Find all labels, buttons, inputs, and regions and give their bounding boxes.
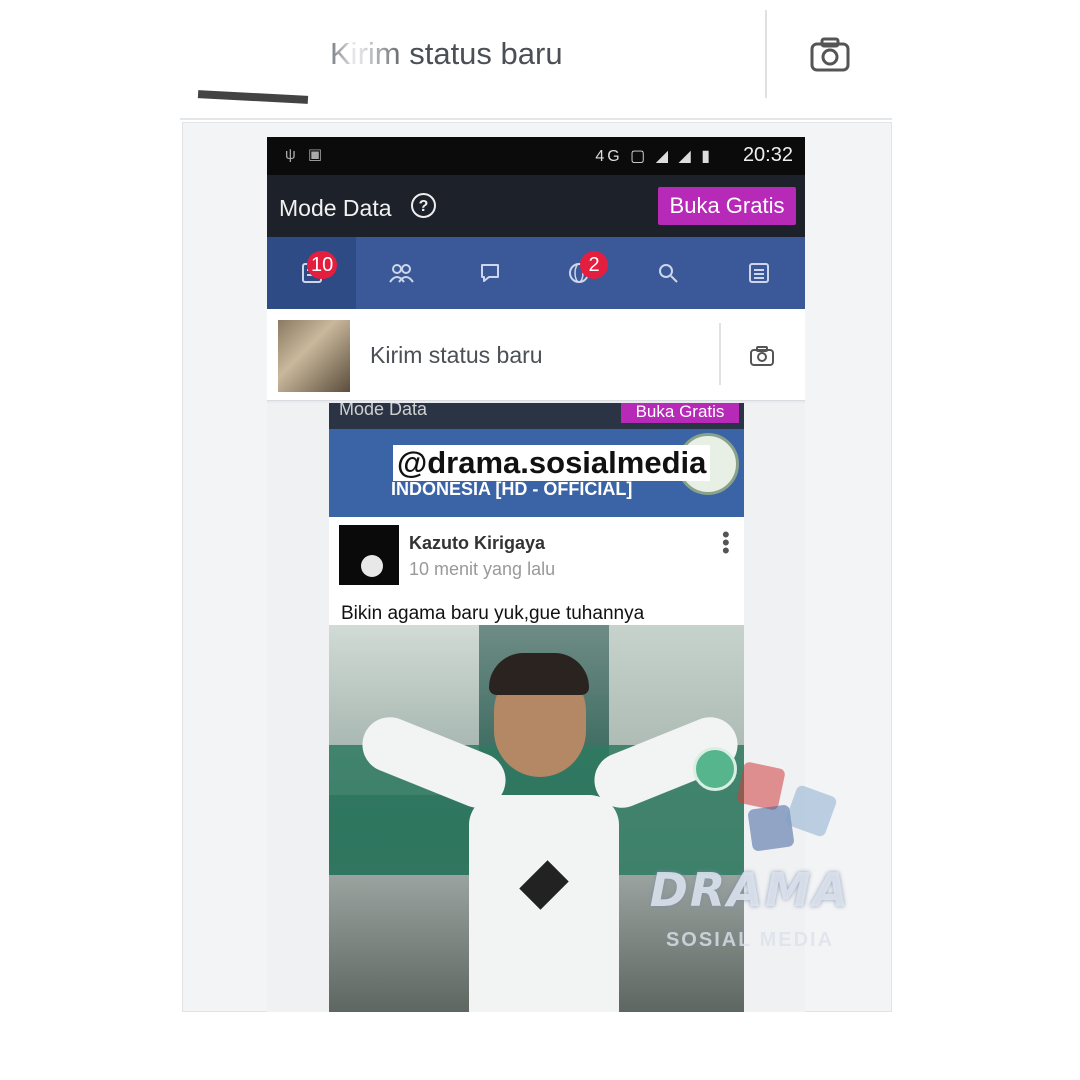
status-composer[interactable]: Kirim status baru bbox=[267, 309, 805, 401]
help-circle-icon[interactable]: ? bbox=[411, 193, 436, 218]
tab-news-feed[interactable]: 10 bbox=[267, 237, 356, 309]
photo-hair bbox=[489, 653, 589, 695]
tab-messages[interactable] bbox=[445, 237, 534, 309]
tab-search[interactable] bbox=[623, 237, 712, 309]
status-left-icons: ψ ▣ bbox=[285, 146, 327, 163]
avatar[interactable] bbox=[278, 320, 350, 392]
signal-icons: 4G ▢ ◢ ◢ ▮ bbox=[595, 148, 713, 165]
facebook-nav-bar: 10 2 bbox=[267, 237, 805, 309]
mode-data-bar: Mode Data ? Buka Gratis bbox=[267, 175, 805, 237]
mode-data-label: Mode Data bbox=[279, 195, 392, 221]
notifications-badge: 2 bbox=[580, 251, 608, 279]
drama-logo-title: DRAMA bbox=[649, 863, 851, 917]
nested-buka-button: Buka Gratis bbox=[621, 403, 739, 423]
status-time: 20:32 bbox=[742, 144, 793, 166]
news-feed-badge: 10 bbox=[307, 251, 338, 279]
tab-notifications[interactable]: 2 bbox=[534, 237, 623, 309]
menu-icon bbox=[748, 263, 769, 283]
nested-mode-label: Mode Data bbox=[339, 403, 428, 419]
group-name: INDONESIA [HD - OFFICIAL] bbox=[391, 479, 633, 499]
nested-screenshot-header: Mode Data Buka Gratis INDONESIA [HD - OF… bbox=[329, 403, 744, 517]
drama-logo-subtitle: SOSIAL MEDIA bbox=[665, 929, 835, 951]
status-bar: ψ ▣ 4G ▢ ◢ ◢ ▮ 20:32 bbox=[267, 137, 805, 175]
author-avatar[interactable] bbox=[339, 525, 399, 585]
tab-friends[interactable] bbox=[356, 237, 445, 309]
buka-gratis-button[interactable]: Buka Gratis bbox=[658, 187, 796, 225]
post-header: Kazuto Kirigaya 10 menit yang lalu • • • bbox=[329, 517, 744, 597]
drama-sosialmedia-logo: DRAMA SOSIAL MEDIA bbox=[630, 745, 870, 995]
status-placeholder[interactable]: Kirim status baru bbox=[370, 342, 543, 369]
search-icon bbox=[658, 264, 678, 283]
post-caption: Bikin agama baru yuk,gue tuhannya bbox=[341, 603, 645, 624]
avatar-face bbox=[361, 555, 383, 577]
blur-smudge bbox=[320, 30, 410, 80]
post-author[interactable]: Kazuto Kirigaya bbox=[409, 533, 545, 554]
post-timestamp: 10 menit yang lalu bbox=[409, 559, 556, 579]
youtube-badge-icon bbox=[736, 761, 786, 811]
more-options-icon[interactable]: • • • bbox=[722, 524, 730, 562]
friends-icon bbox=[388, 264, 414, 283]
composer-divider bbox=[719, 323, 721, 385]
camera-icon[interactable] bbox=[749, 345, 775, 367]
tab-menu[interactable] bbox=[712, 237, 805, 309]
watermark-handle: @drama.sosialmedia bbox=[393, 445, 711, 481]
outer-composer-divider bbox=[765, 10, 767, 98]
camera-icon[interactable] bbox=[808, 36, 852, 74]
messages-icon bbox=[480, 264, 499, 282]
